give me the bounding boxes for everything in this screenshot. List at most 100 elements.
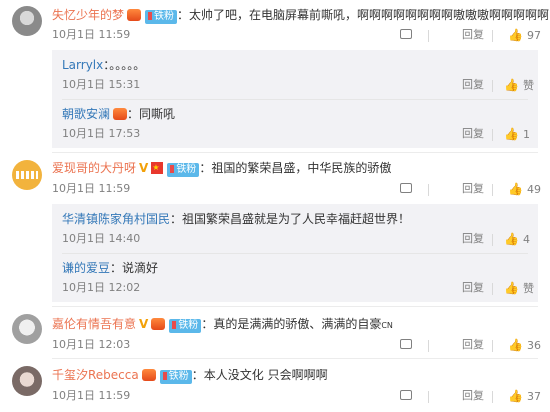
like-label: 赞 [522, 79, 534, 92]
vip-crown-icon [113, 108, 128, 120]
reply-button[interactable]: 回复 [462, 389, 484, 403]
forward-icon [400, 29, 412, 39]
like-count: 4 [522, 233, 530, 246]
reply-author[interactable]: 华清镇陈家角村国民 [62, 212, 170, 226]
reply-button[interactable]: 回复 [462, 28, 484, 42]
comment-line: 千玺汐Rebecca 铁粉 ：本人没文化 只会啊啊啊 [52, 367, 328, 384]
colon: ： [199, 161, 212, 175]
cn-mark: CN [381, 321, 393, 330]
divider [492, 80, 493, 92]
like-button[interactable]: 👍 36 [508, 338, 541, 352]
thumbs-up-icon: 👍 [508, 389, 523, 403]
like-button[interactable]: 👍 赞 [504, 281, 534, 295]
reply-item: Larrylx：。。。。。 10月1日 15:31 回复 👍 赞 [52, 50, 538, 99]
forward-button[interactable] [400, 28, 412, 42]
comment-text: 祖国的繁荣昌盛，中华民族的骄傲 [211, 161, 392, 175]
forward-button[interactable] [400, 338, 412, 352]
colon: ： [127, 107, 140, 121]
vip-crown-icon [151, 318, 166, 330]
flag-icon [151, 160, 164, 176]
reply-author[interactable]: Larrylx [62, 58, 103, 72]
forward-button[interactable] [400, 389, 412, 403]
like-button[interactable]: 👍 赞 [504, 78, 534, 92]
forward-icon [400, 339, 412, 349]
divider [428, 184, 429, 196]
reply-text: 祖国繁荣昌盛就是为了人民幸福赶超世界！ [182, 212, 411, 226]
forward-icon [400, 183, 412, 193]
like-count: 97 [526, 29, 541, 42]
fan-badge[interactable]: 铁粉 [145, 10, 178, 24]
like-button[interactable]: 👍 97 [508, 28, 541, 42]
comment-line: 爱现哥的大丹呀V 铁粉：祖国的繁荣昌盛，中华民族的骄傲 [52, 160, 392, 177]
divider [52, 152, 538, 153]
reply-text: 说滴好 [122, 261, 159, 275]
thumbs-up-icon: 👍 [504, 281, 519, 295]
comment-time: 10月1日 11:59 [52, 28, 131, 41]
divider [52, 358, 538, 359]
thumbs-up-icon: 👍 [508, 28, 523, 42]
divider [492, 30, 493, 42]
divider [492, 391, 493, 403]
divider [492, 184, 493, 196]
reply-button[interactable]: 回复 [462, 232, 484, 246]
comment-text: 真的是满满的骄傲、满满的自豪 [213, 317, 382, 331]
forward-button[interactable] [400, 182, 412, 196]
thumbs-up-icon: 👍 [508, 338, 523, 352]
comment-text: 太帅了吧，在电脑屏幕前嘶吼，啊啊啊啊啊啊啊啊嗷嗷嗷啊啊啊啊啊 [189, 8, 550, 22]
like-button[interactable]: 👍 1 [504, 127, 530, 141]
comment-author[interactable]: 失忆少年的梦 [52, 8, 124, 22]
verified-v-icon: V [139, 317, 149, 331]
comment-author[interactable]: 爱现哥的大丹呀 [52, 161, 136, 175]
reply-time: 10月1日 12:02 [62, 281, 141, 294]
reply-text: 同嘶吼 [139, 107, 176, 121]
reply-time: 10月1日 14:40 [62, 232, 141, 245]
divider [492, 129, 493, 141]
vip-crown-icon [127, 9, 142, 21]
thumbs-up-icon: 👍 [504, 78, 519, 92]
like-count: 37 [526, 390, 541, 403]
reply-list: 华清镇陈家角村国民 ： 祖国繁荣昌盛就是为了人民幸福赶超世界！ 10月1日 14:4… [52, 204, 538, 302]
comment-author[interactable]: 嘉伦有情吾有意 [52, 317, 136, 331]
comment-line: 嘉伦有情吾有意 V 铁粉 ：真的是满满的骄傲、满满的自豪CN [52, 316, 393, 333]
reply-button[interactable]: 回复 [462, 182, 484, 196]
forward-icon [400, 390, 412, 400]
comment-author[interactable]: 千玺汐Rebecca [52, 368, 139, 382]
divider [428, 30, 429, 42]
avatar[interactable] [12, 160, 42, 190]
thumbs-up-icon: 👍 [504, 232, 519, 246]
thumbs-up-icon: 👍 [504, 127, 519, 141]
fan-badge[interactable]: 铁粉 [167, 163, 200, 177]
verified-v-icon: V [139, 161, 149, 175]
reply-button[interactable]: 回复 [462, 338, 484, 352]
divider [492, 234, 493, 246]
reply-button[interactable]: 回复 [462, 127, 484, 141]
reply-author[interactable]: 朝歌安澜 [62, 107, 110, 121]
divider [492, 340, 493, 352]
reply-list: Larrylx：。。。。。 10月1日 15:31 回复 👍 赞 朝歌安澜 ：同嘶吼… [52, 50, 538, 148]
like-button[interactable]: 👍 4 [504, 232, 530, 246]
comment-text: 本人没文化 只会啊啊啊 [203, 368, 328, 382]
thumbs-up-icon: 👍 [508, 182, 523, 196]
colon: ： [177, 8, 190, 22]
fan-badge[interactable]: 铁粉 [169, 319, 202, 333]
avatar[interactable] [12, 314, 42, 344]
reply-time: 10月1日 15:31 [62, 78, 141, 91]
comment-time: 10月1日 11:59 [52, 389, 131, 402]
like-button[interactable]: 👍 37 [508, 389, 541, 403]
reply-item: 朝歌安澜 ：同嘶吼 10月1日 17:53 回复 👍 1 [52, 99, 538, 148]
avatar[interactable] [12, 366, 42, 396]
reply-text: 。。。。。 [109, 58, 146, 72]
avatar[interactable] [12, 6, 42, 36]
comment-time: 10月1日 12:03 [52, 338, 131, 351]
like-button[interactable]: 👍 49 [508, 182, 541, 196]
reply-button[interactable]: 回复 [462, 78, 484, 92]
reply-button[interactable]: 回复 [462, 281, 484, 295]
comment-line: 失忆少年的梦 铁粉 ：太帅了吧，在电脑屏幕前嘶吼，啊啊啊啊啊啊啊啊嗷嗷嗷啊啊啊啊啊 [52, 7, 550, 24]
colon: ： [201, 317, 214, 331]
reply-item: 华清镇陈家角村国民：祖国繁荣昌盛就是为了人民幸福赶超世界！ 10月1日 14:4… [52, 204, 538, 253]
colon: ： [110, 261, 123, 275]
reply-author[interactable]: 谦的爱豆 [62, 261, 110, 275]
comment-time: 10月1日 11:59 [52, 182, 131, 195]
fan-badge[interactable]: 铁粉 [159, 370, 192, 384]
vip-crown-icon [141, 369, 156, 381]
